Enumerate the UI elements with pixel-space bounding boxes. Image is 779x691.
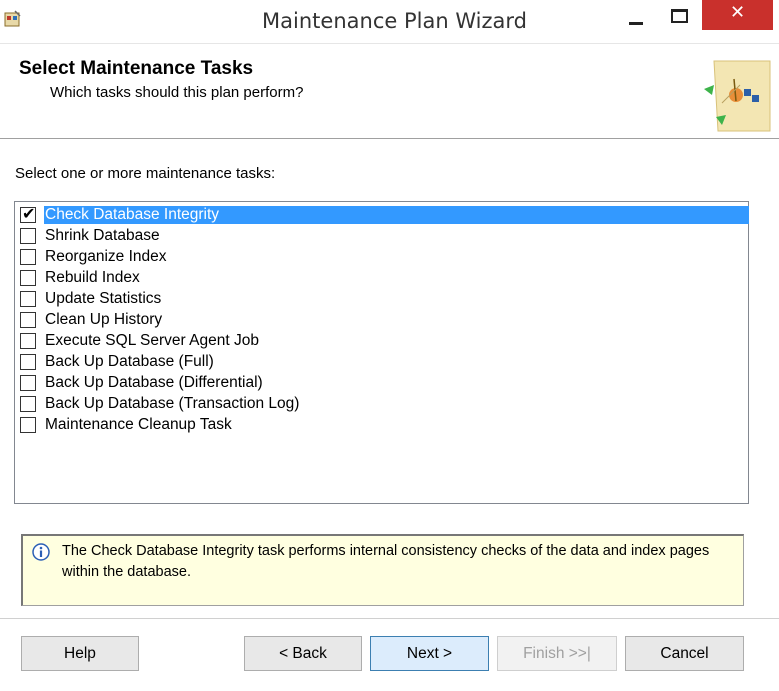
- task-label: Back Up Database (Transaction Log): [45, 395, 300, 412]
- task-description-panel: The Check Database Integrity task perfor…: [21, 534, 744, 606]
- finish-button: Finish >>|: [497, 636, 617, 671]
- task-checkbox[interactable]: [20, 270, 36, 286]
- task-checkbox[interactable]: [20, 228, 36, 244]
- next-button[interactable]: Next >: [370, 636, 489, 671]
- task-checkbox[interactable]: [20, 249, 36, 265]
- maximize-button[interactable]: [658, 0, 702, 34]
- task-label: Rebuild Index: [45, 269, 140, 286]
- task-label: Back Up Database (Full): [45, 353, 214, 370]
- task-item-reorganize-index[interactable]: Reorganize Index: [18, 246, 747, 267]
- minimize-button[interactable]: [612, 0, 658, 34]
- task-item-rebuild-index[interactable]: Rebuild Index: [18, 267, 747, 288]
- cancel-button[interactable]: Cancel: [625, 636, 744, 671]
- task-item-back-up-full[interactable]: Back Up Database (Full): [18, 351, 747, 372]
- checkmark-icon: ✔: [22, 204, 36, 223]
- task-description-text: The Check Database Integrity task perfor…: [62, 543, 710, 580]
- task-label: Clean Up History: [45, 311, 163, 328]
- task-checkbox[interactable]: [20, 333, 36, 349]
- task-checkbox[interactable]: ✔: [20, 204, 36, 223]
- wizard-body: Select one or more maintenance tasks: ✔ …: [0, 140, 779, 691]
- task-label: Shrink Database: [45, 227, 160, 244]
- task-label: Maintenance Cleanup Task: [45, 416, 232, 433]
- info-icon: [32, 543, 50, 561]
- minimize-icon: [629, 22, 643, 25]
- task-item-shrink-database[interactable]: Shrink Database: [18, 225, 747, 246]
- task-label: Reorganize Index: [45, 248, 167, 265]
- task-list-caption: Select one or more maintenance tasks:: [15, 165, 276, 182]
- task-item-back-up-transaction-log[interactable]: Back Up Database (Transaction Log): [18, 393, 747, 414]
- task-item-clean-up-history[interactable]: Clean Up History: [18, 309, 747, 330]
- close-icon: ✕: [729, 2, 746, 23]
- task-checkbox[interactable]: [20, 417, 36, 433]
- back-button[interactable]: < Back: [244, 636, 362, 671]
- footer-divider: [0, 618, 779, 619]
- task-item-back-up-differential[interactable]: Back Up Database (Differential): [18, 372, 747, 393]
- title-bar: Maintenance Plan Wizard ✕: [0, 0, 779, 44]
- maintenance-task-list[interactable]: ✔ Check Database Integrity Shrink Databa…: [14, 201, 749, 504]
- task-item-execute-sql-agent-job[interactable]: Execute SQL Server Agent Job: [18, 330, 747, 351]
- task-label: Check Database Integrity: [44, 206, 749, 224]
- maximize-icon: [671, 9, 688, 23]
- page-title: Select Maintenance Tasks: [19, 58, 254, 79]
- task-item-check-database-integrity[interactable]: ✔ Check Database Integrity: [18, 204, 749, 225]
- task-label: Back Up Database (Differential): [45, 374, 263, 391]
- close-button[interactable]: ✕: [702, 0, 773, 30]
- task-checkbox[interactable]: [20, 312, 36, 328]
- task-label: Execute SQL Server Agent Job: [45, 332, 259, 349]
- task-checkbox[interactable]: [20, 291, 36, 307]
- wizard-header: Select Maintenance Tasks Which tasks sho…: [0, 45, 779, 139]
- task-checkbox[interactable]: [20, 375, 36, 391]
- wizard-banner-graphic: [704, 60, 771, 132]
- task-checkbox[interactable]: [20, 396, 36, 412]
- task-item-update-statistics[interactable]: Update Statistics: [18, 288, 747, 309]
- page-subtitle: Which tasks should this plan perform?: [50, 84, 304, 101]
- task-item-maintenance-cleanup[interactable]: Maintenance Cleanup Task: [18, 414, 747, 435]
- task-checkbox[interactable]: [20, 354, 36, 370]
- help-button[interactable]: Help: [21, 636, 139, 671]
- task-label: Update Statistics: [45, 290, 162, 307]
